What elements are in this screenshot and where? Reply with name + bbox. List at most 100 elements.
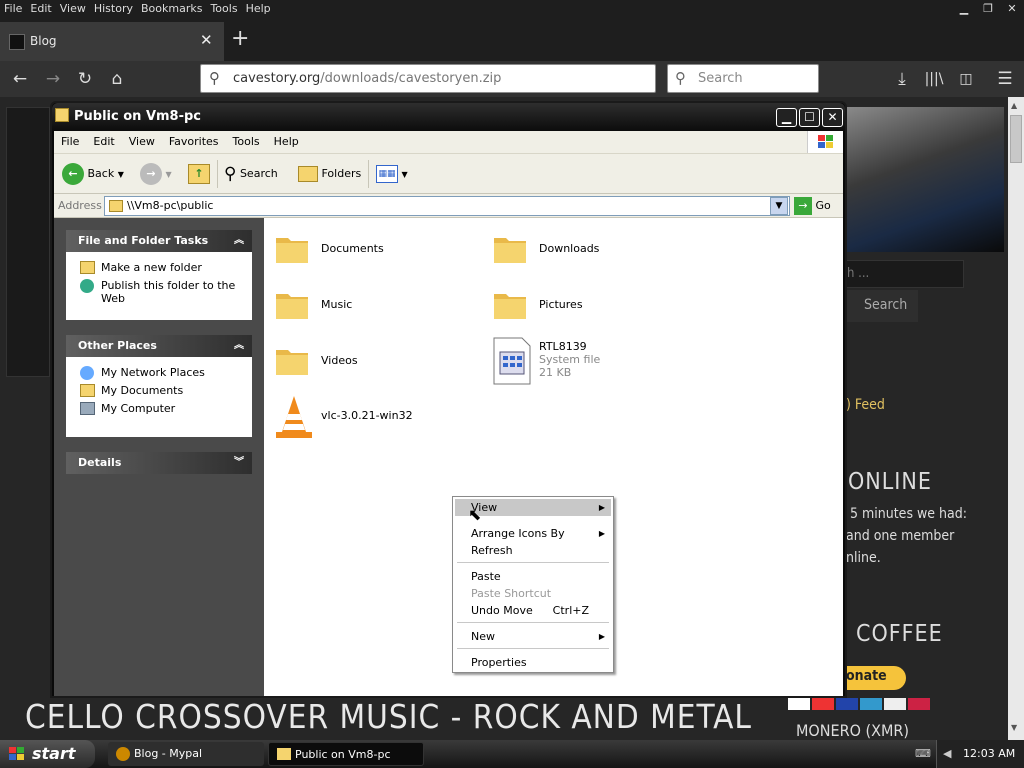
file-rtl8139[interactable]: RTL8139 System file 21 KB: [492, 336, 692, 388]
folder-music[interactable]: Music: [274, 286, 474, 326]
menu-item-properties[interactable]: Properties: [455, 654, 611, 671]
tab-title: Blog: [30, 34, 57, 48]
address-input[interactable]: \\Vm8-pc\public: [104, 196, 790, 216]
maximize-button[interactable]: ☐: [799, 108, 820, 127]
browser-menu-history[interactable]: History: [90, 0, 137, 17]
forward-button[interactable]: → ▼: [140, 162, 172, 186]
folder-documents[interactable]: Documents: [274, 230, 474, 270]
folder-icon: [276, 294, 308, 319]
my-computer-link[interactable]: My Computer: [66, 399, 252, 417]
url-path: /downloads/cavestoryen.zip: [320, 71, 502, 86]
views-button[interactable]: ▦▦ ▼: [376, 162, 408, 186]
address-label: Address: [58, 199, 102, 212]
documents-icon: [80, 384, 95, 397]
my-network-places-link[interactable]: My Network Places: [66, 363, 252, 381]
donate-button[interactable]: onate: [846, 666, 906, 690]
panel-header[interactable]: Details ︾: [66, 452, 252, 474]
panel-header[interactable]: Other Places ︽: [66, 335, 252, 357]
close-icon[interactable]: ✕: [1003, 2, 1021, 17]
keyboard-icon[interactable]: ⌨: [915, 740, 931, 768]
collapse-icon: ︽: [234, 340, 244, 351]
scrollbar-thumb[interactable]: [1010, 115, 1022, 163]
download-icon[interactable]: ⤓: [889, 67, 915, 91]
go-button[interactable]: → Go: [794, 196, 831, 216]
system-file-icon: [493, 337, 531, 385]
browser-menu-tools[interactable]: Tools: [206, 0, 241, 17]
network-folder-icon: [109, 200, 123, 212]
menu-item-undo-move[interactable]: Undo Move Ctrl+Z: [455, 602, 611, 619]
reload-icon[interactable]: ↻: [72, 67, 98, 91]
folder-pictures[interactable]: Pictures: [492, 286, 692, 326]
page-left-deco: [6, 107, 50, 377]
hamburger-menu-icon[interactable]: ☰: [992, 67, 1018, 91]
feed-link[interactable]: ) Feed: [846, 397, 885, 413]
browser-menu-view[interactable]: View: [56, 0, 90, 17]
menu-edit[interactable]: Edit: [86, 131, 121, 152]
browser-menu-bookmarks[interactable]: Bookmarks: [137, 0, 206, 17]
forward-arrow-icon[interactable]: →: [40, 67, 66, 91]
menu-tools[interactable]: Tools: [226, 131, 267, 152]
menu-item-paste[interactable]: Paste: [455, 568, 611, 585]
folder-icon: [277, 748, 291, 760]
globe-icon: [80, 279, 94, 293]
sidebar-icon[interactable]: ◫: [953, 67, 979, 91]
folder-downloads[interactable]: Downloads: [492, 230, 692, 270]
menu-view[interactable]: View: [122, 131, 162, 152]
folder-icon: [55, 108, 69, 122]
library-icon[interactable]: |||\: [921, 67, 947, 91]
menu-help[interactable]: Help: [267, 131, 306, 152]
menu-item-arrange-icons[interactable]: Arrange Icons By ▶: [455, 525, 611, 542]
up-folder-button[interactable]: ↑: [188, 162, 210, 186]
back-arrow-icon[interactable]: ←: [7, 67, 33, 91]
online-text-3: nline.: [846, 550, 881, 566]
page-scrollbar[interactable]: ▲ ▼: [1008, 97, 1024, 740]
home-icon[interactable]: ⌂: [104, 67, 130, 91]
address-dropdown-icon[interactable]: ▼: [770, 197, 788, 215]
search-placeholder: Search: [698, 71, 743, 86]
explorer-titlebar[interactable]: Public on Vm8-pc ▁ ☐ ✕: [52, 103, 845, 131]
publish-folder-link[interactable]: Publish this folder to the Web: [66, 276, 252, 307]
menu-item-refresh[interactable]: Refresh: [455, 542, 611, 559]
clock[interactable]: 12:03 AM: [963, 740, 1015, 768]
url-host: cavestory.org: [233, 71, 321, 86]
mouse-cursor-icon: ⬉: [468, 505, 482, 524]
online-text-1: 5 minutes we had:: [850, 506, 967, 522]
page-search-button[interactable]: Search: [846, 290, 918, 322]
start-button[interactable]: start: [0, 740, 95, 768]
folder-videos[interactable]: Videos: [274, 342, 474, 382]
url-bar[interactable]: ⚲ cavestory.org/downloads/cavestoryen.zi…: [200, 64, 656, 93]
close-button[interactable]: ✕: [822, 108, 843, 127]
page-search-input[interactable]: h ...: [846, 260, 964, 288]
minimize-button[interactable]: ▁: [776, 108, 797, 127]
explorer-title: Public on Vm8-pc: [74, 109, 202, 124]
taskbar-item-browser[interactable]: Blog - Mypal: [108, 742, 264, 766]
tab-blog[interactable]: Blog ✕: [0, 22, 224, 61]
submenu-arrow-icon: ▶: [598, 503, 605, 512]
menu-file[interactable]: File: [54, 131, 86, 152]
folder-icon: [494, 294, 526, 319]
file-vlc-installer[interactable]: vlc-3.0.21-win32: [274, 394, 474, 442]
search-icon: ⚲: [209, 69, 220, 87]
restore-icon[interactable]: ❐: [979, 2, 997, 17]
browser-menu-edit[interactable]: Edit: [26, 0, 55, 17]
browser-menu-help[interactable]: Help: [242, 0, 275, 17]
new-tab-icon[interactable]: +: [231, 26, 249, 51]
taskbar-item-explorer[interactable]: Public on Vm8-pc: [268, 742, 424, 766]
vlc-cone-icon: [276, 396, 312, 438]
network-places-icon: [80, 366, 94, 380]
menu-item-paste-shortcut: Paste Shortcut: [471, 587, 552, 600]
panel-header[interactable]: File and Folder Tasks ︽: [66, 230, 252, 252]
folders-button[interactable]: Folders: [298, 162, 361, 186]
menu-favorites[interactable]: Favorites: [162, 131, 226, 152]
my-documents-link[interactable]: My Documents: [66, 381, 252, 399]
search-bar[interactable]: ⚲ Search: [667, 64, 819, 93]
back-button[interactable]: ← Back ▼: [62, 162, 124, 186]
browser-menu-file[interactable]: File: [0, 0, 26, 17]
online-heading: ONLINE: [848, 469, 932, 495]
tab-close-icon[interactable]: ✕: [200, 31, 213, 49]
minimize-icon[interactable]: ▁: [955, 2, 973, 17]
search-button[interactable]: ⚲ Search: [224, 162, 278, 186]
make-new-folder-link[interactable]: Make a new folder: [66, 258, 252, 276]
tray-expand-icon[interactable]: ◀: [943, 740, 951, 768]
menu-item-new[interactable]: New ▶: [455, 628, 611, 645]
